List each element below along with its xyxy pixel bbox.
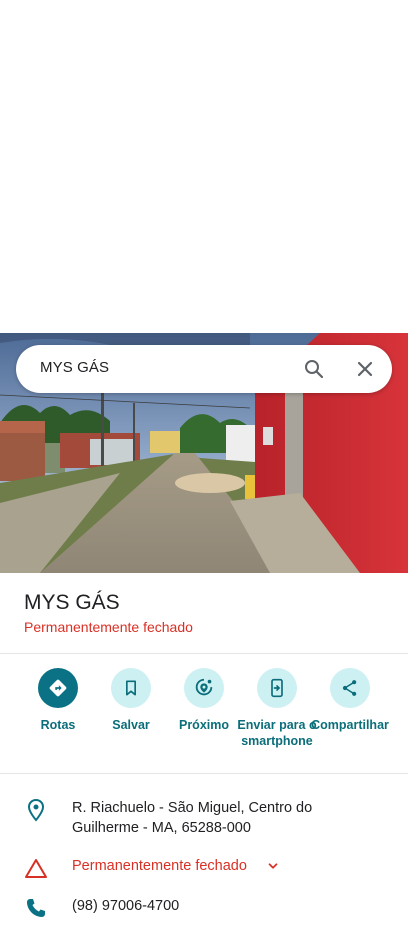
- share-icon: [330, 668, 370, 708]
- search-query-text[interactable]: MYS GÁS: [40, 359, 109, 376]
- send-to-phone-label: Enviar para o smartphone: [237, 718, 317, 748]
- place-title: MYS GÁS: [24, 591, 120, 614]
- location-pin-icon: [24, 798, 48, 822]
- nearby-button[interactable]: Próximo: [164, 668, 244, 733]
- search-bar[interactable]: MYS GÁS: [16, 345, 392, 393]
- nearby-label: Próximo: [178, 718, 229, 732]
- save-label: Salvar: [112, 718, 150, 732]
- warning-triangle-icon: [24, 856, 48, 880]
- closed-status-text: Permanentemente fechado: [72, 858, 247, 874]
- phone-text[interactable]: (98) 97006-4700: [72, 896, 382, 916]
- address-text: R. Riachuelo - São Miguel, Centro do Gui…: [72, 800, 313, 836]
- map-area-blank: [0, 0, 408, 333]
- share-button[interactable]: Compartilhar: [310, 668, 390, 733]
- send-to-phone-button[interactable]: Enviar para o smartphone: [237, 668, 317, 749]
- bookmark-icon: [111, 668, 151, 708]
- save-button[interactable]: Salvar: [91, 668, 171, 733]
- chevron-down-icon[interactable]: [266, 859, 280, 873]
- phone-icon: [24, 896, 48, 920]
- share-label: Compartilhar: [311, 718, 389, 732]
- directions-icon: [38, 668, 78, 708]
- directions-button[interactable]: Rotas: [18, 668, 98, 733]
- divider: [0, 773, 408, 774]
- search-icon[interactable]: [302, 357, 326, 381]
- divider: [0, 653, 408, 654]
- directions-label: Rotas: [40, 718, 76, 732]
- close-icon[interactable]: [353, 357, 377, 381]
- place-status: Permanentemente fechado: [24, 619, 193, 635]
- send-to-phone-icon: [257, 668, 297, 708]
- nearby-icon: [184, 668, 224, 708]
